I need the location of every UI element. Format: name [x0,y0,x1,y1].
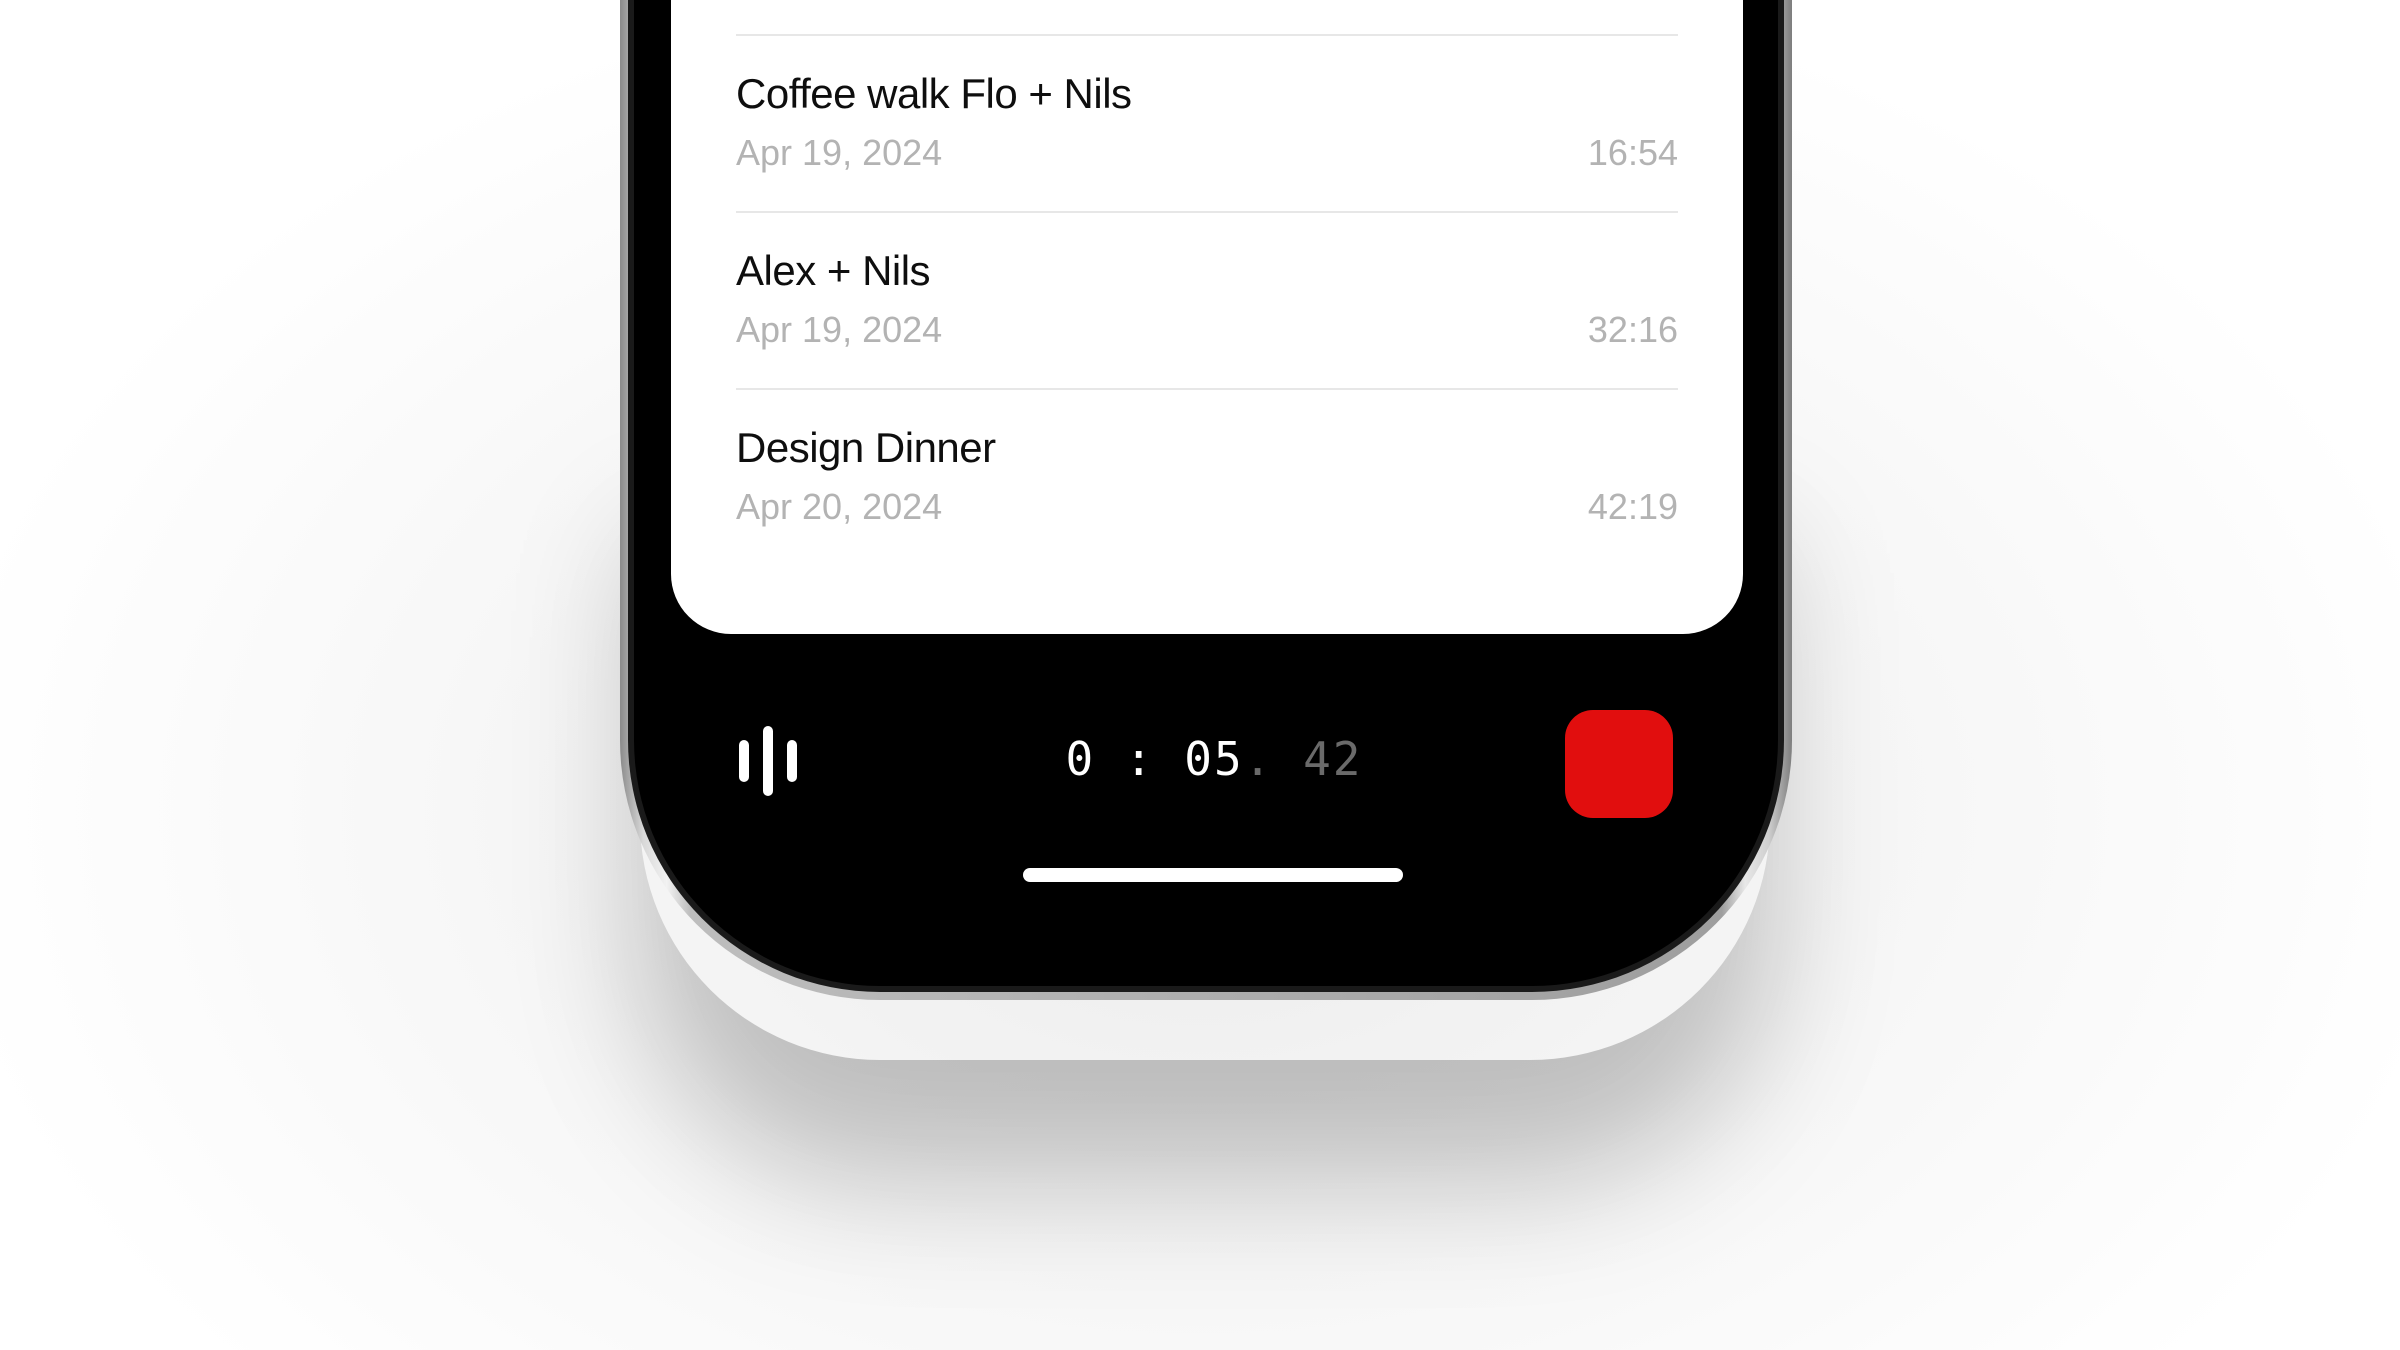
recordings-list: Coffee walk Flo + Nils Apr 19, 2024 16:5… [671,0,1743,634]
recording-duration: 32:16 [1587,309,1678,350]
phone-bezel: Coffee walk Flo + Nils Apr 19, 2024 16:5… [628,0,1784,992]
phone-screen: Coffee walk Flo + Nils Apr 19, 2024 16:5… [634,0,1778,986]
timer-fraction: . 42 [1243,732,1363,786]
recording-duration: 42:19 [1587,486,1678,527]
recording-duration: 16:54 [1587,132,1678,173]
stop-recording-button[interactable] [1565,710,1673,818]
recording-title: Coffee walk Flo + Nils [736,70,1132,117]
recording-title: Design Dinner [736,424,996,471]
recorder-controls: 0 : 05. 42 [634,700,1778,820]
phone-frame: Coffee walk Flo + Nils Apr 19, 2024 16:5… [620,0,1792,1000]
recording-date: Apr 19, 2024 [736,132,943,173]
waveform-icon[interactable] [739,726,799,796]
home-indicator[interactable] [1023,868,1403,882]
timer-main: 0 : 05 [1065,732,1244,786]
recording-title: Alex + Nils [736,247,931,294]
recording-date: Apr 19, 2024 [736,309,943,350]
stage: Coffee walk Flo + Nils Apr 19, 2024 16:5… [0,0,2400,1350]
recording-timer: 0 : 05. 42 [1064,732,1364,786]
recording-item[interactable]: Alex + Nils Apr 19, 2024 32:16 [736,213,1678,388]
recording-date: Apr 20, 2024 [736,486,943,527]
recording-item[interactable]: Design Dinner Apr 20, 2024 42:19 [736,390,1678,565]
recording-item[interactable]: Coffee walk Flo + Nils Apr 19, 2024 16:5… [736,36,1678,211]
